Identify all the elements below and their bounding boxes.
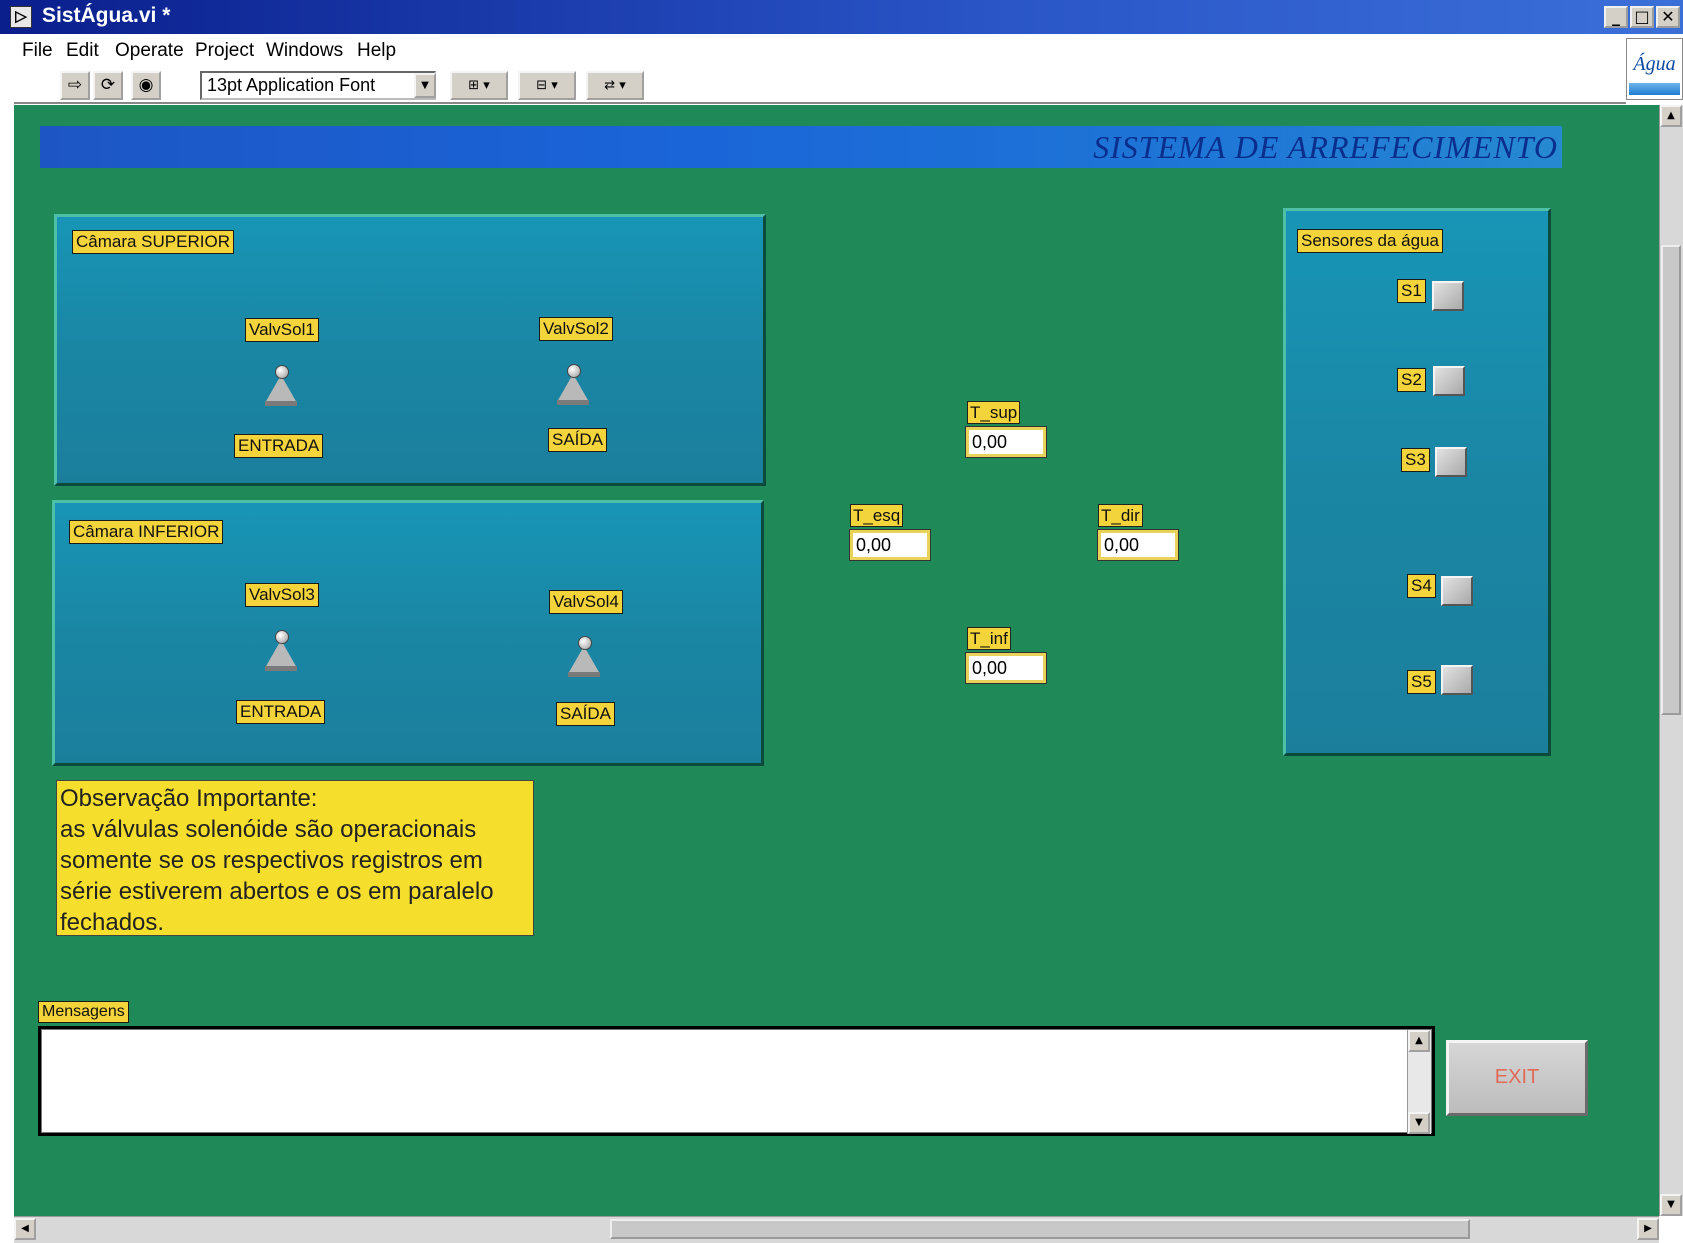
valvsol1-caption: ENTRADA bbox=[234, 434, 324, 458]
run-icon[interactable]: ⇨ bbox=[60, 71, 90, 100]
scroll-right-icon[interactable]: ▶ bbox=[1637, 1218, 1659, 1240]
vi-icon[interactable]: Água bbox=[1626, 38, 1683, 100]
t-inf-label: T_inf bbox=[967, 627, 1011, 650]
messages-label: Mensagens bbox=[38, 1001, 129, 1023]
water-wave-icon bbox=[1629, 83, 1680, 95]
t-inf-indicator: 0,00 bbox=[965, 652, 1047, 684]
t-esq-label: T_esq bbox=[850, 504, 904, 527]
note-line-1: Observação Importante: bbox=[60, 785, 318, 812]
maximize-icon[interactable]: □ bbox=[1630, 6, 1654, 28]
sensor-s5-led bbox=[1441, 665, 1473, 695]
sensor-s1-led bbox=[1432, 281, 1464, 311]
valvsol1-label: ValvSol1 bbox=[245, 318, 319, 342]
messages-scroll-up-icon[interactable]: ▲ bbox=[1408, 1030, 1430, 1052]
valvsol3-switch[interactable] bbox=[265, 630, 297, 671]
horizontal-scrollbar[interactable]: ◀ ▶ bbox=[14, 1216, 1659, 1243]
title-banner: SISTEMA DE ARREFECIMENTO bbox=[40, 126, 1562, 168]
sensor-s1-label: S1 bbox=[1397, 279, 1426, 303]
note-line-4: série estiverem abertos e os em paralelo bbox=[60, 878, 494, 905]
valvsol3-caption: ENTRADA bbox=[236, 700, 326, 724]
menu-help[interactable]: Help bbox=[357, 40, 396, 62]
sensor-s4-led bbox=[1441, 576, 1473, 606]
scroll-left-icon[interactable]: ◀ bbox=[14, 1218, 36, 1240]
abort-icon[interactable]: ◉ bbox=[131, 71, 161, 100]
app-icon[interactable]: ▷ bbox=[10, 6, 32, 28]
close-icon[interactable]: ✕ bbox=[1656, 6, 1680, 28]
menu-windows[interactable]: Windows bbox=[266, 40, 343, 62]
reorder-icon[interactable]: ⇄ ▾ bbox=[586, 71, 644, 100]
t-dir-label: T_dir bbox=[1098, 504, 1143, 527]
vertical-scrollbar[interactable]: ▲ ▼ bbox=[1659, 105, 1683, 1216]
valvsol3-label: ValvSol3 bbox=[245, 583, 319, 607]
menu-file[interactable]: File bbox=[22, 40, 53, 62]
note-line-2: as válvulas solenóide são operacionais bbox=[60, 816, 477, 843]
sensores-title: Sensores da água bbox=[1297, 229, 1443, 253]
sensor-s2-label: S2 bbox=[1397, 368, 1426, 392]
sensor-s3-label: S3 bbox=[1401, 448, 1430, 472]
menu-operate[interactable]: Operate bbox=[115, 40, 184, 62]
note-line-3: somente se os respectivos registros em bbox=[60, 847, 483, 874]
valvsol4-label: ValvSol4 bbox=[549, 590, 623, 614]
menu-edit[interactable]: Edit bbox=[66, 40, 99, 62]
menu-project[interactable]: Project bbox=[195, 40, 254, 62]
run-continuously-icon[interactable]: ⟳ bbox=[93, 71, 123, 100]
valvsol2-caption: SAÍDA bbox=[548, 428, 608, 452]
window-title: SistÁgua.vi * bbox=[42, 4, 171, 27]
valvsol1-switch[interactable] bbox=[265, 365, 297, 406]
camara-superior-box bbox=[54, 214, 766, 486]
camara-inferior-title: Câmara INFERIOR bbox=[69, 520, 224, 544]
messages-textbox[interactable] bbox=[38, 1026, 1435, 1136]
scroll-down-icon[interactable]: ▼ bbox=[1660, 1194, 1682, 1216]
minimize-icon[interactable]: _ bbox=[1604, 6, 1628, 28]
sensor-s2-led bbox=[1433, 366, 1465, 396]
messages-scroll-down-icon[interactable]: ▼ bbox=[1408, 1112, 1430, 1134]
sensor-s4-label: S4 bbox=[1407, 574, 1436, 598]
t-esq-indicator: 0,00 bbox=[849, 529, 931, 561]
valvsol2-switch[interactable] bbox=[557, 364, 589, 405]
t-dir-indicator: 0,00 bbox=[1097, 529, 1179, 561]
t-sup-indicator: 0,00 bbox=[965, 426, 1047, 458]
messages-scrollbar[interactable]: ▲ ▼ bbox=[1407, 1030, 1431, 1134]
font-select[interactable]: 13pt Application Font bbox=[200, 71, 436, 100]
valvsol2-label: ValvSol2 bbox=[539, 317, 613, 341]
important-note: Observação Importante: as válvulas solen… bbox=[56, 780, 534, 936]
menu-bar: File Edit Operate Project Windows Help bbox=[14, 36, 1626, 68]
vi-icon-label: Água bbox=[1633, 53, 1676, 75]
vertical-scroll-thumb[interactable] bbox=[1661, 245, 1681, 715]
align-objects-icon[interactable]: ⊞ ▾ bbox=[450, 71, 508, 100]
toolbar: ⇨ ⟳ ◉ 13pt Application Font ▼ ⊞ ▾ ⊟ ▾ ⇄ … bbox=[14, 68, 1626, 104]
sensor-s3-led bbox=[1435, 447, 1467, 477]
font-dropdown-icon[interactable]: ▼ bbox=[414, 73, 436, 98]
t-sup-label: T_sup bbox=[967, 401, 1021, 424]
exit-button[interactable]: EXIT bbox=[1446, 1040, 1588, 1116]
title-bar[interactable]: ▷ SistÁgua.vi * _ □ ✕ bbox=[0, 0, 1683, 34]
valvsol4-caption: SAÍDA bbox=[556, 702, 616, 726]
note-line-5: fechados. bbox=[60, 909, 165, 936]
distribute-objects-icon[interactable]: ⊟ ▾ bbox=[518, 71, 576, 100]
valvsol4-switch[interactable] bbox=[568, 636, 600, 677]
camara-superior-title: Câmara SUPERIOR bbox=[72, 230, 234, 254]
banner-title: SISTEMA DE ARREFECIMENTO bbox=[1093, 129, 1558, 165]
font-select-value: 13pt Application Font bbox=[207, 75, 376, 95]
horizontal-scroll-thumb[interactable] bbox=[610, 1219, 1470, 1239]
scroll-up-icon[interactable]: ▲ bbox=[1660, 105, 1682, 127]
sensor-s5-label: S5 bbox=[1407, 670, 1436, 694]
